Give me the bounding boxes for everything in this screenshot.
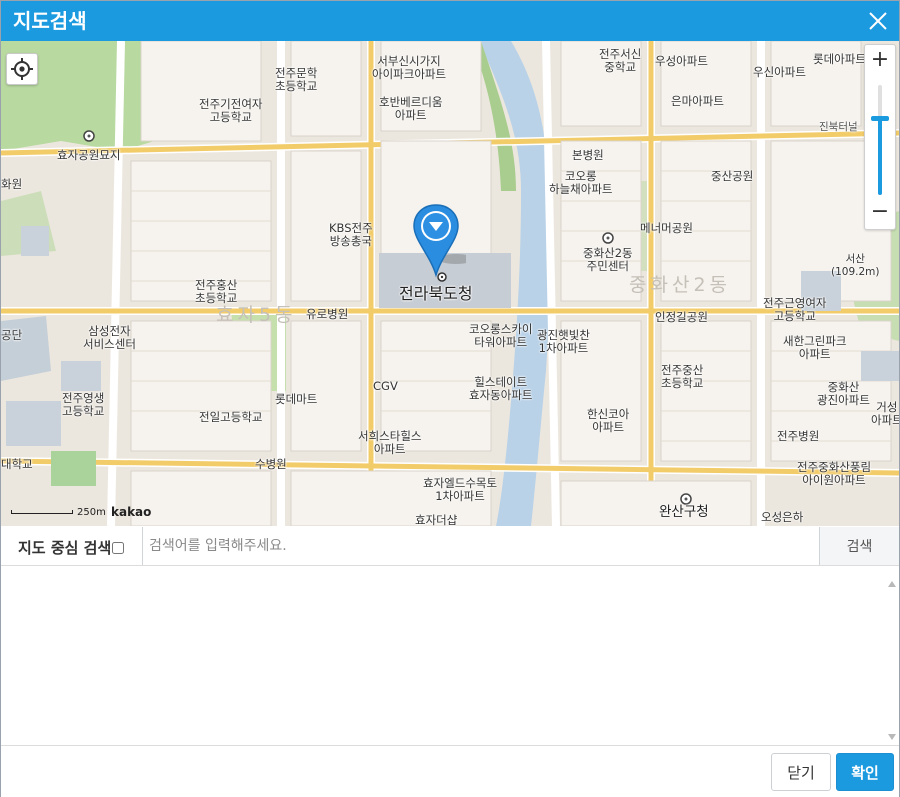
search-results-panel <box>1 567 899 746</box>
location-marker[interactable] <box>410 203 474 285</box>
map-label: 롯데마트 <box>275 392 318 406</box>
zoom-slider[interactable] <box>871 85 889 195</box>
map-label: 호반베르디움 아파트 <box>379 95 443 122</box>
map-label: 은마아파트 <box>671 94 724 108</box>
map-label: 본병원 <box>572 148 604 162</box>
map-label: 새한그린파크 아파트 <box>783 334 847 361</box>
map-label: 우신아파트 <box>753 65 806 79</box>
dialog-footer: 닫기 확인 <box>1 747 899 797</box>
crosshair-icon <box>11 58 33 80</box>
map-label: CGV <box>373 379 398 393</box>
scale-bar <box>11 510 73 514</box>
map-label: 광진햇빛찬 1차아파트 <box>537 328 590 355</box>
map-label: 효자엘드수목토 1차아파트 <box>423 476 498 503</box>
map-label: 수병원 <box>255 457 287 471</box>
map-label: 오성은하 <box>761 510 804 524</box>
search-input[interactable] <box>142 527 820 565</box>
map-label: 중산공원 <box>711 169 754 183</box>
map-label: 서산 (109.2m) <box>831 253 880 278</box>
zoom-control: + − <box>864 44 896 230</box>
marker-label: 전라북도청 <box>399 284 473 303</box>
map-label: 완산구청 <box>659 504 709 520</box>
map-search-dialog: 지도검색 서부신시가지 아이파크아파트 전주서신 중학교 우성아파트 우신아파트… <box>0 0 900 797</box>
search-button[interactable]: 검색 <box>820 527 899 565</box>
map-label: 전주문학 초등학교 <box>275 66 318 93</box>
map-label: 인정길공원 <box>655 310 708 324</box>
map-label: 전주중화산풍림 아이원아파트 <box>797 460 872 487</box>
map-label: 서희스타힐스 아파트 <box>358 429 422 456</box>
map-label: 대학교 <box>1 457 33 471</box>
map-label: 전주중산 초등학교 <box>661 363 704 390</box>
dialog-title: 지도검색 <box>13 9 87 33</box>
map-label: 코오롱 하늘채아파트 <box>549 169 613 196</box>
map-label: 중화산2동 주민센터 <box>583 246 633 273</box>
map-label: 롯데아파트 <box>813 52 866 66</box>
kakao-logo: kakao <box>111 505 152 519</box>
map-label: 삼성전자 서비스센터 <box>83 324 136 351</box>
dialog-titlebar: 지도검색 <box>1 1 899 41</box>
map-label: 메너머공원 <box>640 221 693 235</box>
map-label: 전일고등학교 <box>199 410 263 424</box>
map-label: 공단 <box>1 328 23 342</box>
scale-label: 250m <box>77 507 106 518</box>
map-label: 효자공원묘지 <box>57 148 121 162</box>
map-label: 한신코아 아파트 <box>587 407 630 434</box>
search-label: 지도 중심 검색 <box>18 539 112 557</box>
map-label: 효자더샵 <box>415 513 458 527</box>
map-center-checkbox[interactable] <box>112 542 124 554</box>
close-button[interactable]: 닫기 <box>771 753 831 791</box>
confirm-button[interactable]: 확인 <box>836 753 894 791</box>
map-label: 진북터널 <box>819 121 858 133</box>
zoom-out-button[interactable]: − <box>865 197 895 229</box>
map-label: 중화산2동 <box>629 274 732 296</box>
scroll-down-icon[interactable] <box>888 734 896 740</box>
map-label: 화원 <box>1 177 23 191</box>
map-label: 코오롱스카이 타워아파트 <box>469 322 533 349</box>
map-label: 유로병원 <box>306 307 349 321</box>
map-label: 효자5동 <box>216 304 297 326</box>
map-label: 힐스테이트 효자동아파트 <box>469 375 533 402</box>
close-icon[interactable] <box>867 10 889 32</box>
map-label: 우성아파트 <box>655 54 708 68</box>
map-label: 전주기전여자 고등학교 <box>199 97 263 124</box>
map-label: 서부신시가지 아이파크아파트 <box>372 54 447 81</box>
map-label: KBS전주 방송총국 <box>329 221 373 248</box>
map-label: 전주서신 중학교 <box>599 47 642 74</box>
zoom-in-button[interactable]: + <box>865 45 895 77</box>
map-label: 전주영생 고등학교 <box>62 391 105 418</box>
map-label: 전주병원 <box>777 429 820 443</box>
search-row: 지도 중심 검색 검색 <box>1 526 899 566</box>
scroll-up-icon[interactable] <box>888 581 896 587</box>
zoom-slider-fill <box>878 118 882 195</box>
results-scrollbar[interactable] <box>885 575 899 740</box>
zoom-slider-thumb[interactable] <box>871 116 889 121</box>
locate-button[interactable] <box>6 53 38 85</box>
map-label: 중화산 광진아파트 <box>817 380 870 407</box>
map-view[interactable]: 서부신시가지 아이파크아파트 전주서신 중학교 우성아파트 우신아파트 롯데아파… <box>1 41 899 526</box>
map-label: 거성 아파트 <box>871 400 899 427</box>
map-label: 전주근영여자 고등학교 <box>763 296 827 323</box>
map-label: 전주홍산 초등학교 <box>195 278 238 305</box>
